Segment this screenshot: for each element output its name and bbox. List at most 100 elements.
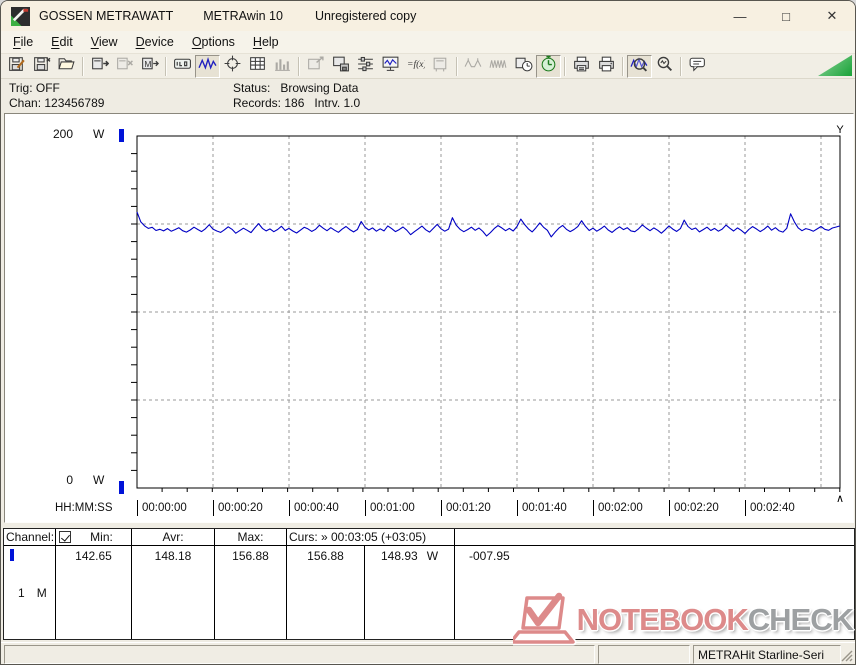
crosshair-icon — [223, 54, 242, 78]
records-status: Records: 186 Intrv. 1.0 — [233, 96, 361, 110]
device-out-icon — [90, 54, 110, 78]
disk-pencil-icon — [7, 54, 26, 78]
speech-icon — [688, 54, 707, 78]
formula-button[interactable]: =f(x) — [403, 55, 428, 78]
cursor-unit: W — [426, 549, 439, 563]
toolbar-separator — [564, 56, 566, 76]
min-value: 142.65 — [56, 546, 132, 639]
bars-icon — [273, 54, 292, 78]
print-report-button[interactable] — [569, 55, 594, 78]
device-x-icon — [115, 54, 134, 78]
zoom-lens-button[interactable] — [652, 55, 677, 78]
toolbar-separator — [622, 56, 624, 76]
toolbar-corner-triangle-icon — [818, 55, 852, 76]
chart-plot-area[interactable]: Y ∧ — [5, 114, 853, 527]
dense-sampling-button — [486, 55, 511, 78]
export-button[interactable] — [328, 55, 353, 78]
record-clock-button[interactable] — [511, 55, 536, 78]
title-license-text: Unregistered copy — [314, 9, 417, 23]
toolbar-separator — [165, 56, 167, 76]
trigger-status: Trig: OFF — [9, 81, 60, 95]
x-axis-tick-label: 00:01:20 — [441, 500, 491, 516]
max-value: 156.88 — [215, 546, 287, 639]
col-header-avr: Avr: — [132, 529, 215, 546]
x-axis-label-row: HH:MM:SS 00:00:00 00:00:20 00:00:40 00:01:0… — [5, 500, 853, 518]
toolbar-separator — [456, 56, 458, 76]
printer-icon — [597, 54, 616, 78]
col-header-channel: Channel: — [4, 529, 56, 546]
x-axis-tick-label: 00:01:40 — [517, 500, 567, 516]
statusbar-section-2 — [598, 645, 690, 664]
x-axis-tick-label: 00:02:40 — [745, 500, 795, 516]
monitor-button[interactable] — [378, 55, 403, 78]
cursor-value-start: 156.88 — [287, 546, 365, 639]
menu-options[interactable]: Options — [183, 33, 244, 51]
cursor-value-end: 148.93 W — [365, 546, 455, 639]
cursor-difference: -007.95 — [469, 549, 510, 563]
disk-icon — [32, 54, 51, 78]
window-controls: — □ ✕ — [717, 1, 855, 31]
maximize-button[interactable]: □ — [763, 1, 809, 31]
x-axis-tick-label: 00:00:00 — [137, 500, 187, 516]
x-axis-tick-label: 00:01:00 — [365, 500, 415, 516]
x-axis-tick-label: 00:00:20 — [213, 500, 263, 516]
chart-view-button[interactable] — [195, 54, 220, 78]
svg-text:M: M — [144, 59, 151, 69]
col-header-cursor: Curs: » 00:03:05 (+03:05) — [287, 529, 455, 546]
col-header-min: Min: — [56, 529, 132, 546]
x-axis-tick-label: 00:02:20 — [669, 500, 719, 516]
sparse-sampling-button — [461, 55, 486, 78]
read-device-button[interactable] — [87, 55, 112, 78]
open-button[interactable] — [54, 55, 79, 78]
x-axis-tick-label: 00:02:00 — [593, 500, 643, 516]
write-device-button — [112, 55, 137, 78]
save-button[interactable] — [4, 55, 29, 78]
status-bar: METRAHit Starline-Seri — [1, 642, 855, 664]
print-button[interactable] — [594, 55, 619, 78]
histogram-view-button — [270, 55, 295, 78]
menu-device[interactable]: Device — [127, 33, 183, 51]
menu-file[interactable]: File — [4, 33, 42, 51]
table-view-button[interactable] — [245, 55, 270, 78]
device-arrow-icon — [306, 54, 325, 78]
channel-config-button[interactable] — [353, 55, 378, 78]
menu-help[interactable]: Help — [244, 33, 288, 51]
title-bar: GOSSEN METRAWATT METRAwin 10 Unregistere… — [1, 1, 855, 31]
annotation-button[interactable] — [685, 55, 710, 78]
close-button[interactable]: ✕ — [809, 1, 855, 31]
statusbar-section-1 — [4, 645, 595, 664]
browse-status: Status: Browsing Data — [233, 81, 359, 95]
channel-row-id[interactable]: 1 M — [4, 546, 56, 639]
grid-icon — [248, 54, 267, 78]
chart-panel[interactable]: 200 W 0 W Y ∧ HH:MM:SS 00:00:00 00:00:20 00… — [4, 113, 854, 523]
menu-edit[interactable]: Edit — [42, 33, 82, 51]
resize-grip[interactable] — [840, 649, 853, 662]
zoom-wave-icon — [630, 54, 649, 78]
avr-value: 148.18 — [132, 546, 215, 639]
x-axis-tick-label: 00:00:40 — [289, 500, 339, 516]
wave-dense-icon — [489, 54, 508, 78]
toolbar-separator — [298, 56, 300, 76]
channel-color-marker — [10, 549, 14, 561]
app-icon — [11, 6, 30, 26]
menu-bar: File Edit View Device Options Help — [1, 31, 855, 53]
device-plug-icon — [431, 54, 450, 78]
live-timer-button[interactable] — [536, 54, 561, 78]
col-header-max: Max: — [215, 529, 287, 546]
channel-status: Chan: 123456789 — [9, 96, 105, 110]
numeric-view-button[interactable] — [170, 55, 195, 78]
memory-read-button[interactable]: M — [137, 55, 162, 78]
sliders-icon — [356, 54, 375, 78]
channel-checkbox[interactable] — [59, 531, 71, 543]
cursor-view-button[interactable] — [220, 55, 245, 78]
title-program-name: METRAwin 10 — [203, 9, 283, 23]
statusbar-device-name: METRAHit Starline-Seri — [693, 645, 841, 664]
toolbar-separator — [82, 56, 84, 76]
zoom-curve-button[interactable] — [627, 54, 652, 78]
monitor-icon — [381, 54, 400, 78]
minimize-button[interactable]: — — [717, 1, 763, 31]
device-settings-button — [428, 55, 453, 78]
menu-view[interactable]: View — [82, 33, 127, 51]
save-as-button[interactable] — [29, 55, 54, 78]
channel-mode: M — [36, 586, 47, 600]
